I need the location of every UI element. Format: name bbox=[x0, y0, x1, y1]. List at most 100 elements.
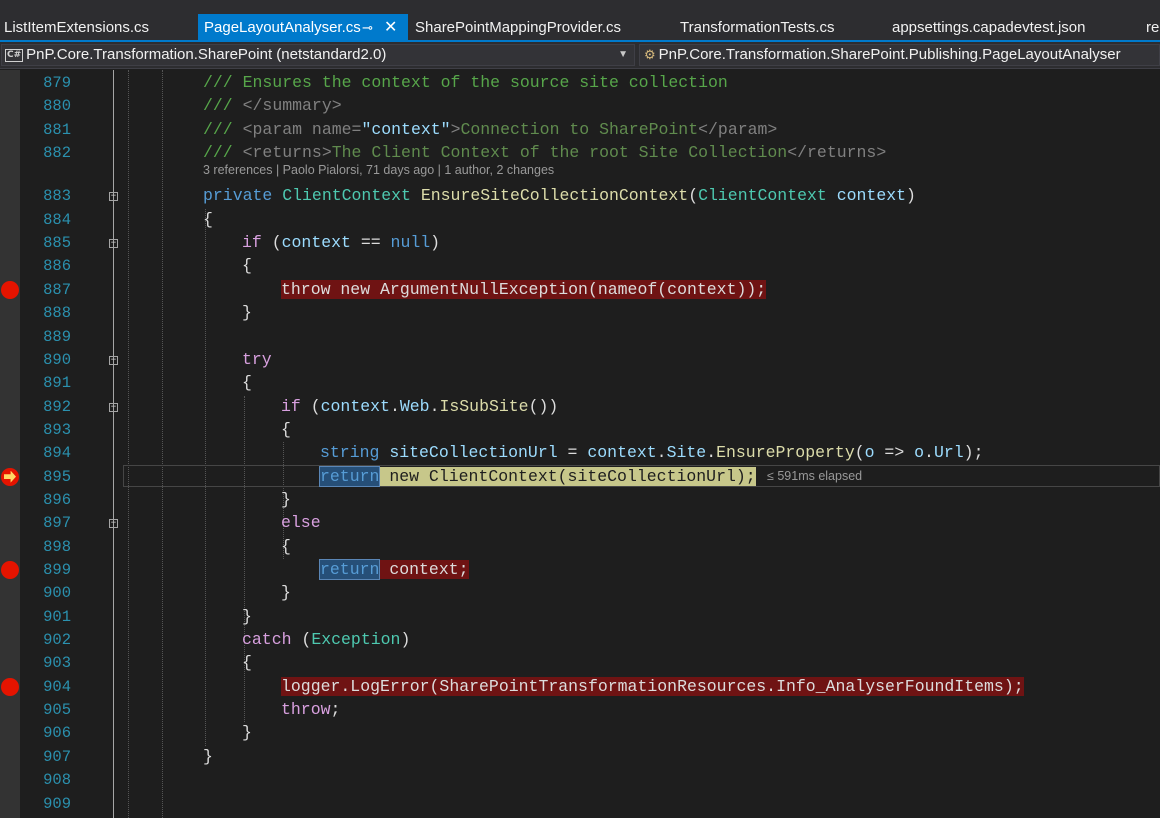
code-token: </returns> bbox=[787, 143, 887, 163]
code-line[interactable]: /// <returns>The Client Context of the r… bbox=[203, 142, 886, 164]
code-line[interactable]: } bbox=[203, 746, 213, 768]
code-line[interactable]: { bbox=[242, 652, 252, 674]
tab-label: SharePointMappingProvider.cs bbox=[415, 19, 621, 36]
code-token: o bbox=[914, 443, 925, 463]
code-token: string bbox=[320, 443, 390, 463]
line-number: 908 bbox=[43, 771, 71, 790]
code-line[interactable]: throw new ArgumentNullException(nameof(c… bbox=[281, 279, 767, 301]
code-line[interactable]: } bbox=[242, 302, 252, 324]
breakpoint-icon[interactable] bbox=[1, 280, 19, 299]
line-number: 892 bbox=[43, 397, 71, 416]
code-line[interactable]: else bbox=[281, 512, 321, 534]
line-number: 883 bbox=[43, 187, 71, 206]
tab-overflow[interactable]: re bbox=[1140, 14, 1160, 42]
line-number: 886 bbox=[43, 257, 71, 276]
tab-sharepointmappingprovider[interactable]: SharePointMappingProvider.cs bbox=[409, 14, 669, 42]
csharp-project-icon: C# bbox=[5, 49, 24, 62]
tab-label: re bbox=[1146, 19, 1160, 36]
tab-listitemextensions[interactable]: ListItemExtensions.cs bbox=[0, 14, 196, 42]
pin-icon[interactable]: ⊸ bbox=[362, 14, 373, 42]
collapse-icon[interactable]: − bbox=[109, 239, 118, 249]
code-line[interactable]: return new ClientContext(siteCollectionU… bbox=[318, 465, 756, 488]
navigation-bar: C# PnP.Core.Transformation.SharePoint (ne… bbox=[0, 42, 1160, 69]
code-line[interactable]: string siteCollectionUrl = context.Site.… bbox=[320, 442, 983, 464]
class-name: PnP.Core.Transformation.SharePoint.Publi… bbox=[658, 46, 1121, 63]
code-token: The Client Context of the root Site Coll… bbox=[331, 143, 788, 163]
code-token: if bbox=[242, 233, 272, 253]
collapse-icon[interactable]: − bbox=[109, 402, 118, 412]
code-line[interactable]: } bbox=[281, 489, 291, 511]
breakpoint-margin[interactable] bbox=[0, 70, 20, 818]
close-icon[interactable]: ✕ bbox=[384, 14, 397, 42]
code-token: context bbox=[281, 233, 351, 253]
code-token: "context" bbox=[361, 119, 451, 139]
project-dropdown[interactable]: C# PnP.Core.Transformation.SharePoint (ne… bbox=[1, 44, 635, 66]
breakpoint-icon[interactable] bbox=[1, 677, 19, 696]
code-line[interactable]: logger.LogError(SharePointTransformation… bbox=[281, 676, 1024, 698]
code-token: ) bbox=[400, 630, 411, 650]
tab-pagelayoutanalyser[interactable]: PageLayoutAnalyser.cs ⊸ ✕ bbox=[198, 14, 408, 42]
code-editor[interactable]: 3 references | Paolo Pialorsi, 71 days a… bbox=[0, 70, 1160, 818]
indent-guide bbox=[162, 70, 163, 818]
code-line[interactable]: } bbox=[281, 582, 291, 604]
code-line[interactable]: { bbox=[281, 419, 291, 441]
line-number: 890 bbox=[43, 350, 71, 369]
line-number: 885 bbox=[43, 234, 71, 253]
line-number: 906 bbox=[43, 724, 71, 743]
code-token: ( bbox=[688, 186, 699, 206]
code-line[interactable]: } bbox=[242, 722, 252, 744]
breakpoint-icon[interactable] bbox=[1, 561, 19, 579]
tab-label: PageLayoutAnalyser.cs bbox=[204, 19, 361, 36]
code-line[interactable]: /// Ensures the context of the source si… bbox=[203, 72, 728, 94]
code-line[interactable]: private ClientContext EnsureSiteCollecti… bbox=[203, 185, 916, 207]
code-token: <returns> bbox=[242, 143, 332, 163]
code-line[interactable]: if (context == null) bbox=[242, 232, 440, 254]
code-token: Site bbox=[666, 443, 707, 463]
code-token: ClientContext bbox=[698, 186, 837, 206]
line-number: 905 bbox=[43, 701, 71, 720]
collapse-icon[interactable]: − bbox=[109, 355, 118, 365]
code-line[interactable]: if (context.Web.IsSubSite()) bbox=[281, 396, 558, 418]
perf-tip: ≤ 591ms elapsed bbox=[767, 468, 863, 483]
collapse-icon[interactable]: − bbox=[109, 519, 118, 529]
code-line[interactable]: /// <param name="context">Connection to … bbox=[203, 119, 777, 141]
code-line[interactable]: } bbox=[242, 606, 252, 628]
code-token: Url bbox=[933, 443, 964, 463]
code-token: null bbox=[390, 233, 431, 253]
code-line[interactable]: return context; bbox=[318, 559, 469, 581]
line-number: 887 bbox=[43, 280, 71, 299]
tab-label: TransformationTests.cs bbox=[680, 19, 835, 36]
code-token: ( bbox=[301, 630, 312, 650]
code-token: . bbox=[924, 443, 934, 463]
code-line[interactable]: { bbox=[242, 255, 252, 277]
code-token: ) bbox=[906, 186, 916, 206]
breakpoint-statement: throw new ArgumentNullException(nameof(c… bbox=[281, 279, 767, 299]
class-icon: ⚙ bbox=[644, 47, 656, 62]
code-token: { bbox=[242, 256, 252, 276]
code-token: ; bbox=[330, 700, 341, 720]
class-dropdown[interactable]: ⚙ PnP.Core.Transformation.SharePoint.Publ… bbox=[639, 44, 1160, 66]
code-token: } bbox=[281, 489, 291, 509]
code-line[interactable]: { bbox=[281, 536, 291, 558]
code-token: Web bbox=[399, 396, 430, 416]
code-token: throw bbox=[281, 700, 331, 720]
codelens-info[interactable]: 3 references | Paolo Pialorsi, 71 days a… bbox=[203, 163, 554, 177]
code-token: == bbox=[350, 233, 391, 253]
tab-transformationtests[interactable]: TransformationTests.cs bbox=[674, 14, 884, 42]
code-token: private bbox=[203, 186, 283, 206]
code-line[interactable]: catch (Exception) bbox=[242, 629, 410, 651]
code-line[interactable]: try bbox=[242, 349, 272, 371]
code-token: . bbox=[389, 396, 400, 416]
line-number: 902 bbox=[43, 631, 71, 650]
code-line[interactable]: throw; bbox=[281, 699, 340, 721]
collapse-icon[interactable]: − bbox=[109, 192, 118, 202]
code-token: name= bbox=[311, 119, 362, 139]
code-line[interactable]: { bbox=[242, 372, 252, 394]
current-breakpoint-icon[interactable] bbox=[1, 467, 19, 486]
tab-appsettings[interactable]: appsettings.capadevtest.json bbox=[886, 14, 1136, 42]
code-line[interactable]: { bbox=[203, 209, 213, 231]
tab-label: ListItemExtensions.cs bbox=[4, 19, 150, 36]
code-token: } bbox=[242, 606, 252, 626]
code-line[interactable]: /// </summary> bbox=[203, 95, 342, 117]
code-token: > bbox=[450, 119, 461, 139]
